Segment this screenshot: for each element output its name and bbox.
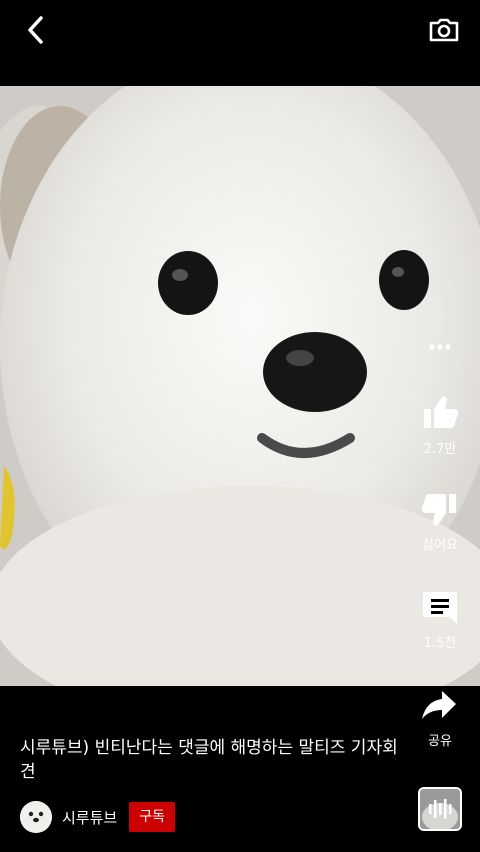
video-player[interactable] bbox=[0, 86, 480, 686]
comment-count: 1.5천 bbox=[423, 636, 457, 651]
channel-avatar[interactable] bbox=[20, 801, 52, 833]
comment-icon bbox=[423, 592, 457, 624]
like-count: 2.7만 bbox=[423, 442, 457, 457]
channel-name[interactable]: 시루튜브 bbox=[62, 807, 117, 828]
subscribe-button[interactable]: 구독 bbox=[129, 802, 175, 832]
dislike-button[interactable]: 싫어요 bbox=[420, 490, 460, 553]
thumb-up-icon bbox=[424, 396, 459, 428]
share-label: 공유 bbox=[428, 734, 452, 749]
dislike-label: 싫어요 bbox=[422, 538, 458, 553]
more-options-button[interactable] bbox=[420, 336, 460, 358]
back-button[interactable] bbox=[18, 12, 54, 48]
avatar-image bbox=[20, 801, 52, 833]
like-button[interactable]: 2.7만 bbox=[420, 394, 460, 457]
video-title: 시루튜브) 빈티난다는 댓글에 해명하는 말티즈 기자회견 bbox=[20, 738, 398, 782]
channel-row: 시루튜브 구독 bbox=[20, 801, 175, 833]
dog-video-frame bbox=[0, 86, 480, 686]
more-vert-icon bbox=[429, 344, 451, 350]
camera-button[interactable] bbox=[426, 12, 462, 48]
thumb-down-icon bbox=[421, 494, 456, 526]
chevron-left-icon bbox=[28, 16, 43, 44]
sound-thumbnail-button[interactable] bbox=[418, 787, 462, 831]
camera-icon bbox=[429, 18, 459, 42]
share-button[interactable]: 공유 bbox=[420, 686, 460, 749]
sound-wave-icon bbox=[420, 789, 460, 829]
comments-button[interactable]: 1.5천 bbox=[420, 588, 460, 651]
top-bar bbox=[0, 0, 480, 60]
share-arrow-icon bbox=[422, 691, 456, 719]
